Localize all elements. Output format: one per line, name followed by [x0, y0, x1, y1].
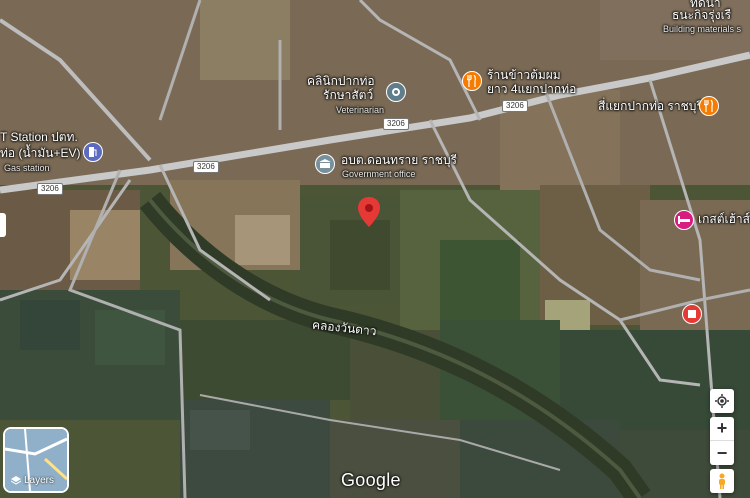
road-shield: 3206	[193, 161, 219, 173]
road-shield: 3206	[383, 118, 409, 130]
fuel-pump-icon[interactable]	[83, 142, 103, 162]
fork-knife-icon[interactable]	[699, 96, 719, 116]
place-label[interactable]: ยาว 4แยกปากท่อ	[487, 82, 576, 96]
zoom-in-button[interactable]: +	[710, 417, 734, 441]
tag-icon[interactable]	[682, 304, 702, 324]
place-label[interactable]: อบต.ดอนทราย ราชบุรี	[341, 153, 457, 167]
bed-icon[interactable]	[674, 210, 694, 230]
road-shield: 3206	[502, 100, 528, 112]
place-label[interactable]: สี่แยกปากท่อ ราชบุรี	[598, 99, 703, 113]
layers-icon	[11, 475, 21, 485]
layers-button[interactable]: Layers	[3, 427, 69, 493]
street-view-button[interactable]	[710, 469, 734, 493]
place-label[interactable]: รักษาสัตว์	[323, 88, 373, 102]
place-label[interactable]: คลินิกปากท่อ	[307, 74, 375, 88]
place-label[interactable]: ธนะกิจรุ่งเรื	[672, 8, 731, 22]
satellite-map[interactable]: ทิดนา 3206 3206 3206 3206 คลินิกปากท่อ ร…	[0, 0, 750, 498]
pin-icon[interactable]	[386, 82, 406, 102]
layers-label: Layers	[24, 475, 55, 486]
fork-knife-icon[interactable]	[462, 71, 482, 91]
side-panel-handle[interactable]	[0, 213, 6, 237]
zoom-control: + −	[710, 417, 734, 465]
place-label[interactable]: ร้านข้าวต้มผม	[487, 68, 561, 82]
place-label[interactable]: T Station ปตท.	[0, 130, 78, 144]
place-label[interactable]: ท่อ (น้ำมัน+EV)	[0, 146, 81, 160]
zoom-out-button[interactable]: −	[710, 441, 734, 465]
road-shield: 3206	[37, 183, 63, 195]
google-logo: Google	[341, 470, 401, 490]
place-category: Gas station	[4, 163, 50, 173]
place-category: Building materials s	[663, 24, 742, 34]
location-marker-icon[interactable]	[358, 197, 380, 227]
place-category: Government office	[342, 169, 416, 179]
my-location-icon	[715, 394, 729, 408]
place-label[interactable]: เกสต์เฮ้าส์	[698, 212, 750, 226]
building-icon[interactable]	[315, 154, 335, 174]
map-imagery	[0, 0, 750, 498]
my-location-button[interactable]	[710, 389, 734, 413]
pegman-icon	[719, 473, 725, 489]
place-category: Veterinarian	[336, 105, 385, 115]
